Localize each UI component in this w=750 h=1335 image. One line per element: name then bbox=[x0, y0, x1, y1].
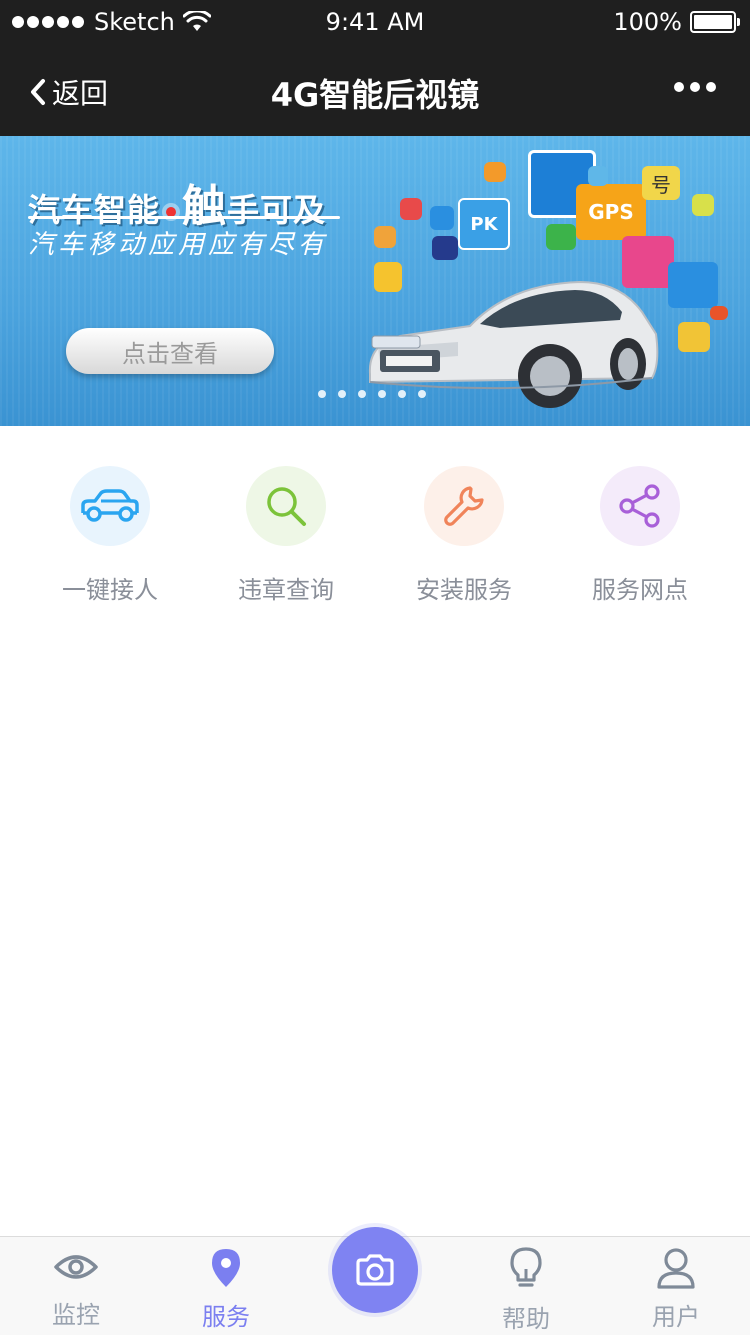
tab-service[interactable]: 服务 bbox=[151, 1247, 301, 1332]
location-pin-icon bbox=[212, 1249, 240, 1287]
small-tile-icon bbox=[432, 236, 458, 260]
services-grid: 一键接人 违章查询 安装服务 服务网点 bbox=[0, 466, 750, 616]
service-label: 一键接人 bbox=[62, 576, 158, 604]
carousel-dot[interactable] bbox=[418, 390, 426, 398]
small-tile-icon bbox=[588, 166, 608, 186]
service-label: 违章查询 bbox=[238, 576, 334, 604]
battery-icon bbox=[690, 11, 740, 33]
tab-label: 用户 bbox=[652, 1303, 700, 1331]
small-tile-icon bbox=[400, 198, 422, 220]
battery-percent: 100% bbox=[613, 8, 682, 36]
eye-icon bbox=[54, 1255, 98, 1279]
carousel-dot[interactable] bbox=[318, 390, 326, 398]
car-tile-icon bbox=[668, 262, 718, 308]
small-tile-icon bbox=[374, 226, 396, 248]
number-tile-icon: 号 bbox=[642, 166, 680, 200]
banner-subtitle: 汽车移动应用应有尽有 bbox=[28, 230, 329, 260]
gps-tile-icon: GPS bbox=[576, 184, 646, 240]
pk-tile-icon: PK bbox=[458, 198, 510, 250]
view-details-button[interactable]: 点击查看 bbox=[66, 328, 274, 374]
carousel-indicator[interactable] bbox=[318, 390, 426, 398]
tab-user[interactable]: 用户 bbox=[601, 1247, 750, 1332]
carousel-dot[interactable] bbox=[358, 390, 366, 398]
carousel-dot[interactable] bbox=[338, 390, 346, 398]
small-tile-icon bbox=[678, 322, 710, 352]
service-icon-bg bbox=[246, 466, 326, 546]
carousel-dot[interactable] bbox=[378, 390, 386, 398]
small-tile-icon bbox=[692, 194, 714, 216]
promo-banner[interactable]: 汽车智能 触手可及 汽车移动应用应有尽有 点击查看 GPS PK 号 bbox=[0, 136, 750, 426]
service-label: 服务网点 bbox=[592, 576, 688, 604]
small-tile-icon bbox=[546, 224, 576, 250]
small-tile-icon bbox=[710, 306, 728, 320]
service-item-service-points[interactable]: 服务网点 bbox=[552, 466, 728, 605]
car-icon bbox=[81, 489, 139, 522]
user-icon bbox=[657, 1248, 695, 1289]
service-item-pickup[interactable]: 一键接人 bbox=[22, 466, 198, 605]
tab-label: 监控 bbox=[52, 1301, 100, 1329]
service-icon-bg bbox=[424, 466, 504, 546]
more-options-button[interactable] bbox=[674, 82, 716, 92]
tab-help[interactable]: 帮助 bbox=[451, 1247, 601, 1334]
carousel-dot[interactable] bbox=[398, 390, 406, 398]
page-title: 4G智能后视镜 bbox=[270, 76, 480, 114]
small-tile-icon bbox=[484, 162, 506, 182]
wrench-icon bbox=[444, 486, 484, 526]
camera-button[interactable] bbox=[332, 1227, 418, 1313]
camera-icon bbox=[356, 1254, 394, 1286]
banner-divider bbox=[28, 216, 340, 219]
search-icon bbox=[267, 487, 306, 526]
small-tile-icon bbox=[430, 206, 454, 230]
tab-monitor[interactable]: 监控 bbox=[1, 1247, 151, 1330]
tab-label: 服务 bbox=[202, 1303, 250, 1331]
service-icon-bg bbox=[70, 466, 150, 546]
share-icon bbox=[619, 484, 660, 528]
navigation-bar: 返回 4G智能后视镜 bbox=[0, 44, 750, 136]
status-battery-group: 100% bbox=[613, 8, 740, 36]
lightbulb-icon bbox=[510, 1247, 542, 1287]
service-label: 安装服务 bbox=[416, 576, 512, 604]
service-item-violation-query[interactable]: 违章查询 bbox=[198, 466, 374, 605]
service-item-installation[interactable]: 安装服务 bbox=[376, 466, 552, 605]
tab-bar: 监控 服务 帮助 用户 bbox=[0, 1227, 750, 1335]
tab-label: 帮助 bbox=[502, 1305, 550, 1333]
status-bar: Sketch 9:41 AM 100% bbox=[0, 0, 750, 44]
service-icon-bg bbox=[600, 466, 680, 546]
